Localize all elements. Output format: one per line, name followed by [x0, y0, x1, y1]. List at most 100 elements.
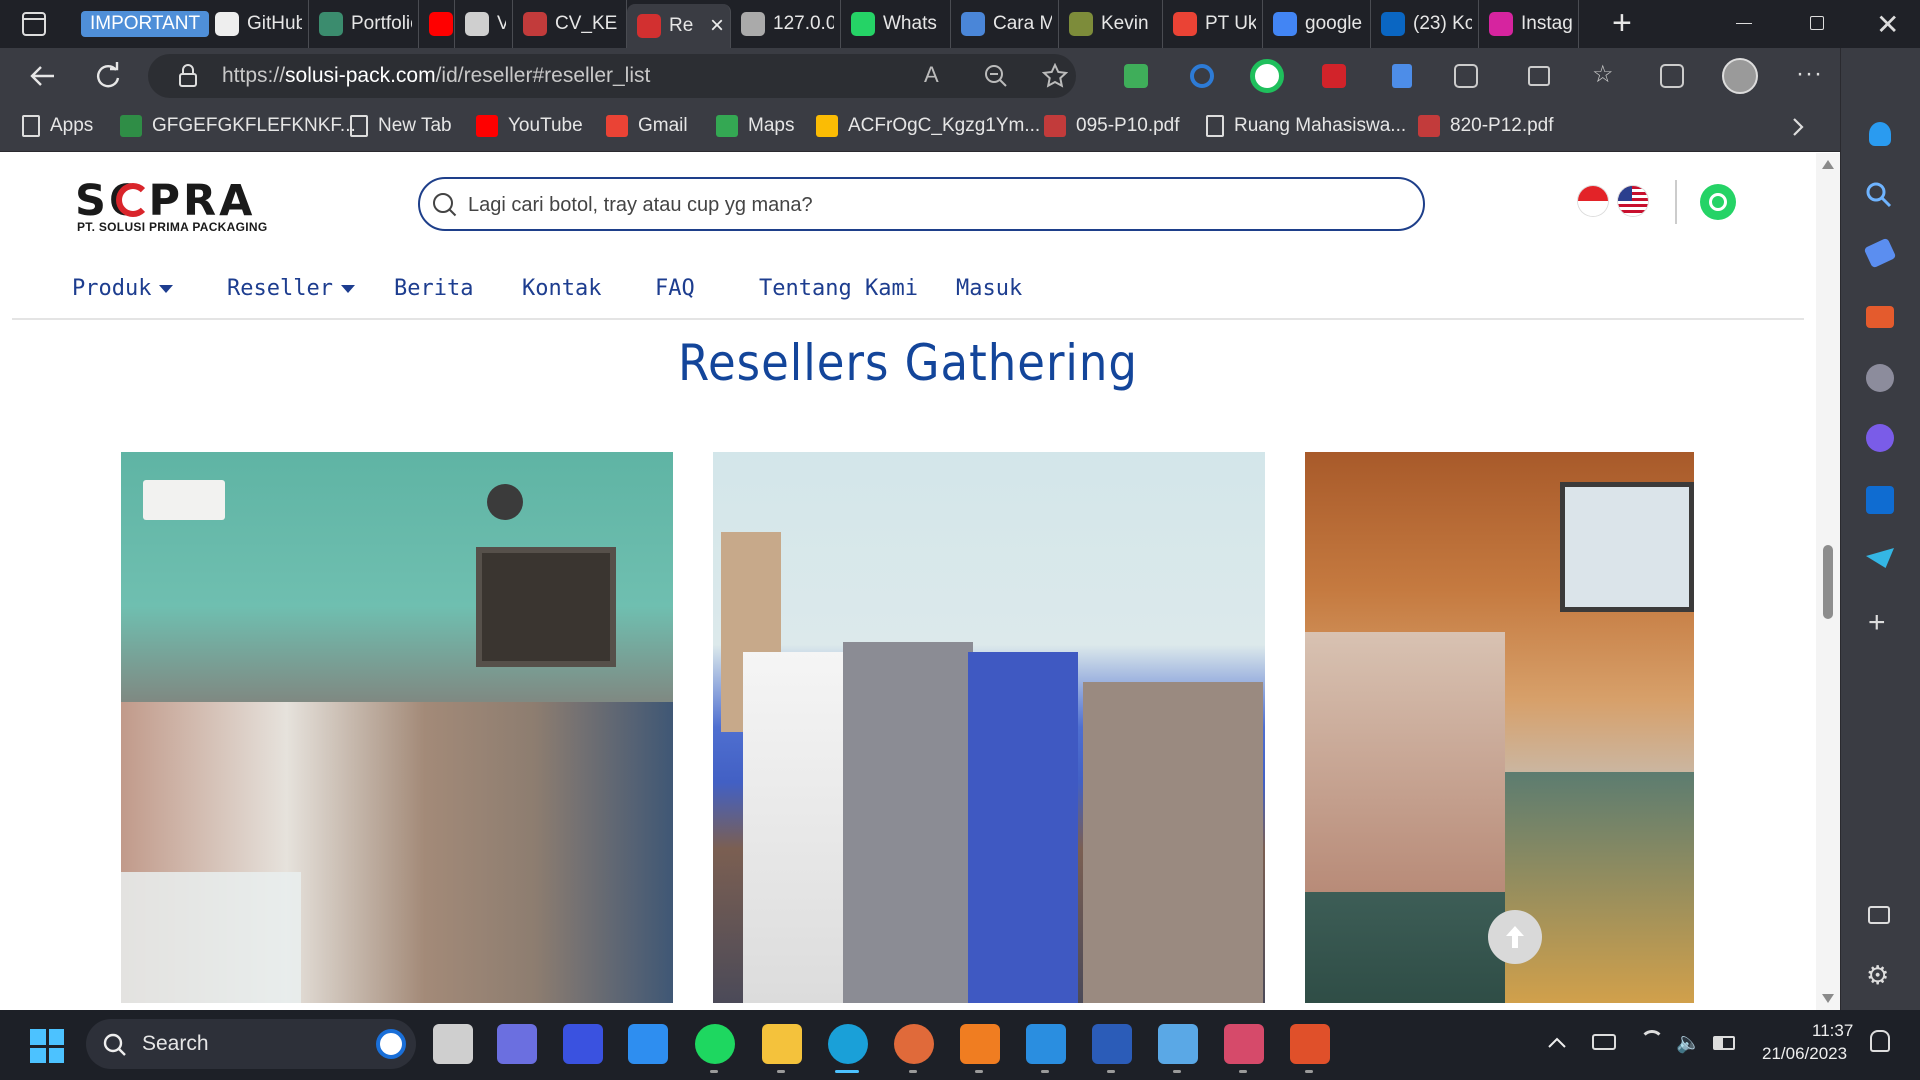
add-sidebar-app-icon[interactable]: +	[1868, 606, 1886, 640]
window-close-button[interactable]: ✕	[1876, 8, 1899, 41]
nav-item-berita[interactable]: Berita	[394, 276, 473, 301]
tab-actions-icon[interactable]	[22, 12, 46, 36]
file-explorer-icon[interactable]	[762, 1024, 802, 1064]
zoom-icon[interactable]	[984, 64, 1008, 88]
read-aloud-icon[interactable]: A	[924, 62, 939, 88]
windows-start-icon[interactable]	[30, 1029, 64, 1063]
extension-doc-icon[interactable]	[1392, 64, 1412, 88]
gathering-photo-1[interactable]	[121, 452, 673, 1003]
clock-time[interactable]: 11:37	[1812, 1021, 1853, 1041]
keyboard-icon[interactable]	[1592, 1034, 1616, 1050]
lock-icon[interactable]	[178, 64, 198, 88]
volume-icon[interactable]: 🔈	[1676, 1030, 1701, 1055]
app-blue-icon[interactable]	[563, 1024, 603, 1064]
bookmark-item[interactable]: Maps	[716, 112, 794, 140]
scroll-to-top-button[interactable]	[1488, 910, 1542, 964]
vscode-icon[interactable]	[1026, 1024, 1066, 1064]
bookmark-item[interactable]: ACFrOgC_Kgzg1Ym...	[816, 112, 1040, 140]
mail-icon[interactable]	[628, 1024, 668, 1064]
extension-sync-icon[interactable]	[1190, 64, 1214, 88]
notification-center-icon[interactable]	[1870, 1030, 1890, 1052]
clock-date[interactable]: 21/06/2023	[1762, 1044, 1847, 1064]
extension-green-icon[interactable]	[1250, 59, 1284, 93]
site-logo[interactable]: SOPRA	[75, 179, 255, 223]
refresh-icon[interactable]	[94, 62, 122, 90]
tab[interactable]: Vi	[455, 0, 513, 48]
bookmark-item[interactable]: 820-P12.pdf	[1418, 112, 1554, 140]
tab[interactable]: google	[1263, 0, 1371, 48]
battery-icon[interactable]	[1713, 1036, 1735, 1050]
product-search-bar[interactable]	[418, 177, 1425, 231]
gathering-photo-2[interactable]	[713, 452, 1265, 1003]
tab[interactable]: Instag	[1479, 0, 1579, 48]
nav-item-produk[interactable]: Produk	[72, 276, 174, 301]
scroll-down-arrow-icon[interactable]	[1822, 994, 1834, 1003]
bookmark-item[interactable]: 095-P10.pdf	[1044, 112, 1180, 140]
sidebar-search-icon[interactable]	[1864, 180, 1896, 212]
task-view-icon[interactable]	[433, 1024, 473, 1064]
favorite-star-icon[interactable]	[1042, 63, 1068, 89]
bookmark-item[interactable]: Apps	[22, 112, 93, 140]
taskbar-search[interactable]	[86, 1019, 416, 1069]
tab[interactable]: PT Uki	[1163, 0, 1263, 48]
tab[interactable]: Portfolio	[309, 0, 419, 48]
scroll-up-arrow-icon[interactable]	[1822, 160, 1834, 169]
scrollbar-thumb[interactable]	[1823, 545, 1833, 619]
tab-active[interactable]: Re ×	[627, 4, 731, 48]
edge-browser-icon[interactable]	[828, 1024, 868, 1064]
extensions-icon[interactable]	[1454, 64, 1478, 88]
tab[interactable]: Whats	[841, 0, 951, 48]
search-input[interactable]	[468, 191, 1368, 219]
hide-sidebar-icon[interactable]	[1868, 906, 1890, 924]
nav-item-reseller[interactable]: Reseller	[227, 276, 355, 301]
bookmark-item[interactable]: Ruang Mahasiswa...	[1206, 112, 1406, 140]
nav-item-faq[interactable]: FAQ	[655, 276, 695, 301]
indonesia-flag-icon[interactable]	[1578, 186, 1608, 216]
collections-icon[interactable]	[1660, 64, 1684, 88]
split-screen-icon[interactable]	[1528, 66, 1550, 86]
figma-icon[interactable]	[1290, 1024, 1330, 1064]
tab[interactable]: CV_KE	[513, 0, 627, 48]
teams-chat-icon[interactable]	[497, 1024, 537, 1064]
extension-red-icon[interactable]	[1322, 64, 1346, 88]
nav-item-tentang-kami[interactable]: Tentang Kami	[759, 276, 918, 301]
tab-close-icon[interactable]: ×	[710, 12, 724, 40]
back-icon[interactable]	[28, 64, 56, 88]
tab[interactable]	[419, 0, 455, 48]
xampp-icon[interactable]	[960, 1024, 1000, 1064]
tab[interactable]: (23) Kc	[1371, 0, 1479, 48]
more-menu-icon[interactable]: ···	[1796, 60, 1823, 88]
usa-flag-icon[interactable]	[1618, 186, 1648, 216]
bookmark-item[interactable]: Gmail	[606, 112, 688, 140]
games-icon[interactable]	[1866, 364, 1894, 392]
tab-group-label[interactable]: IMPORTANT	[75, 0, 210, 48]
bookmark-item[interactable]: New Tab	[350, 112, 452, 140]
extension-mail-icon[interactable]	[1124, 64, 1148, 88]
microsoft-365-icon[interactable]	[1866, 424, 1894, 452]
tray-overflow-chevron-icon[interactable]	[1546, 1034, 1568, 1050]
url-text[interactable]: https://solusi-pack.com/id/reseller#rese…	[222, 62, 650, 90]
favorites-icon[interactable]: ☆	[1592, 60, 1614, 89]
tab[interactable]: Cara M	[951, 0, 1059, 48]
whatsapp-icon[interactable]	[1700, 184, 1736, 220]
notepad-icon[interactable]	[1158, 1024, 1198, 1064]
wifi-icon[interactable]	[1640, 1030, 1664, 1054]
nav-item-masuk[interactable]: Masuk	[956, 276, 1022, 301]
profile-avatar[interactable]	[1722, 58, 1758, 94]
outlook-icon[interactable]	[1866, 486, 1894, 514]
restore-button[interactable]	[1810, 16, 1824, 30]
minimize-button[interactable]	[1736, 23, 1752, 24]
spotify-icon[interactable]	[695, 1024, 735, 1064]
nav-item-kontak[interactable]: Kontak	[522, 276, 601, 301]
bing-search-icon[interactable]	[376, 1029, 406, 1059]
bookmarks-overflow-chevron-icon[interactable]	[1790, 116, 1806, 138]
bookmark-item[interactable]: GFGEFGKFLEFKNKF...	[120, 112, 356, 140]
snipping-tool-icon[interactable]	[1224, 1024, 1264, 1064]
media-player-icon[interactable]	[894, 1024, 934, 1064]
tab[interactable]: Kevin	[1059, 0, 1163, 48]
tools-briefcase-icon[interactable]	[1866, 306, 1894, 328]
bookmark-item[interactable]: YouTube	[476, 112, 583, 140]
new-tab-button[interactable]: +	[1612, 4, 1632, 42]
notification-bell-icon[interactable]	[1869, 122, 1891, 146]
tab[interactable]: 127.0.0	[731, 0, 841, 48]
